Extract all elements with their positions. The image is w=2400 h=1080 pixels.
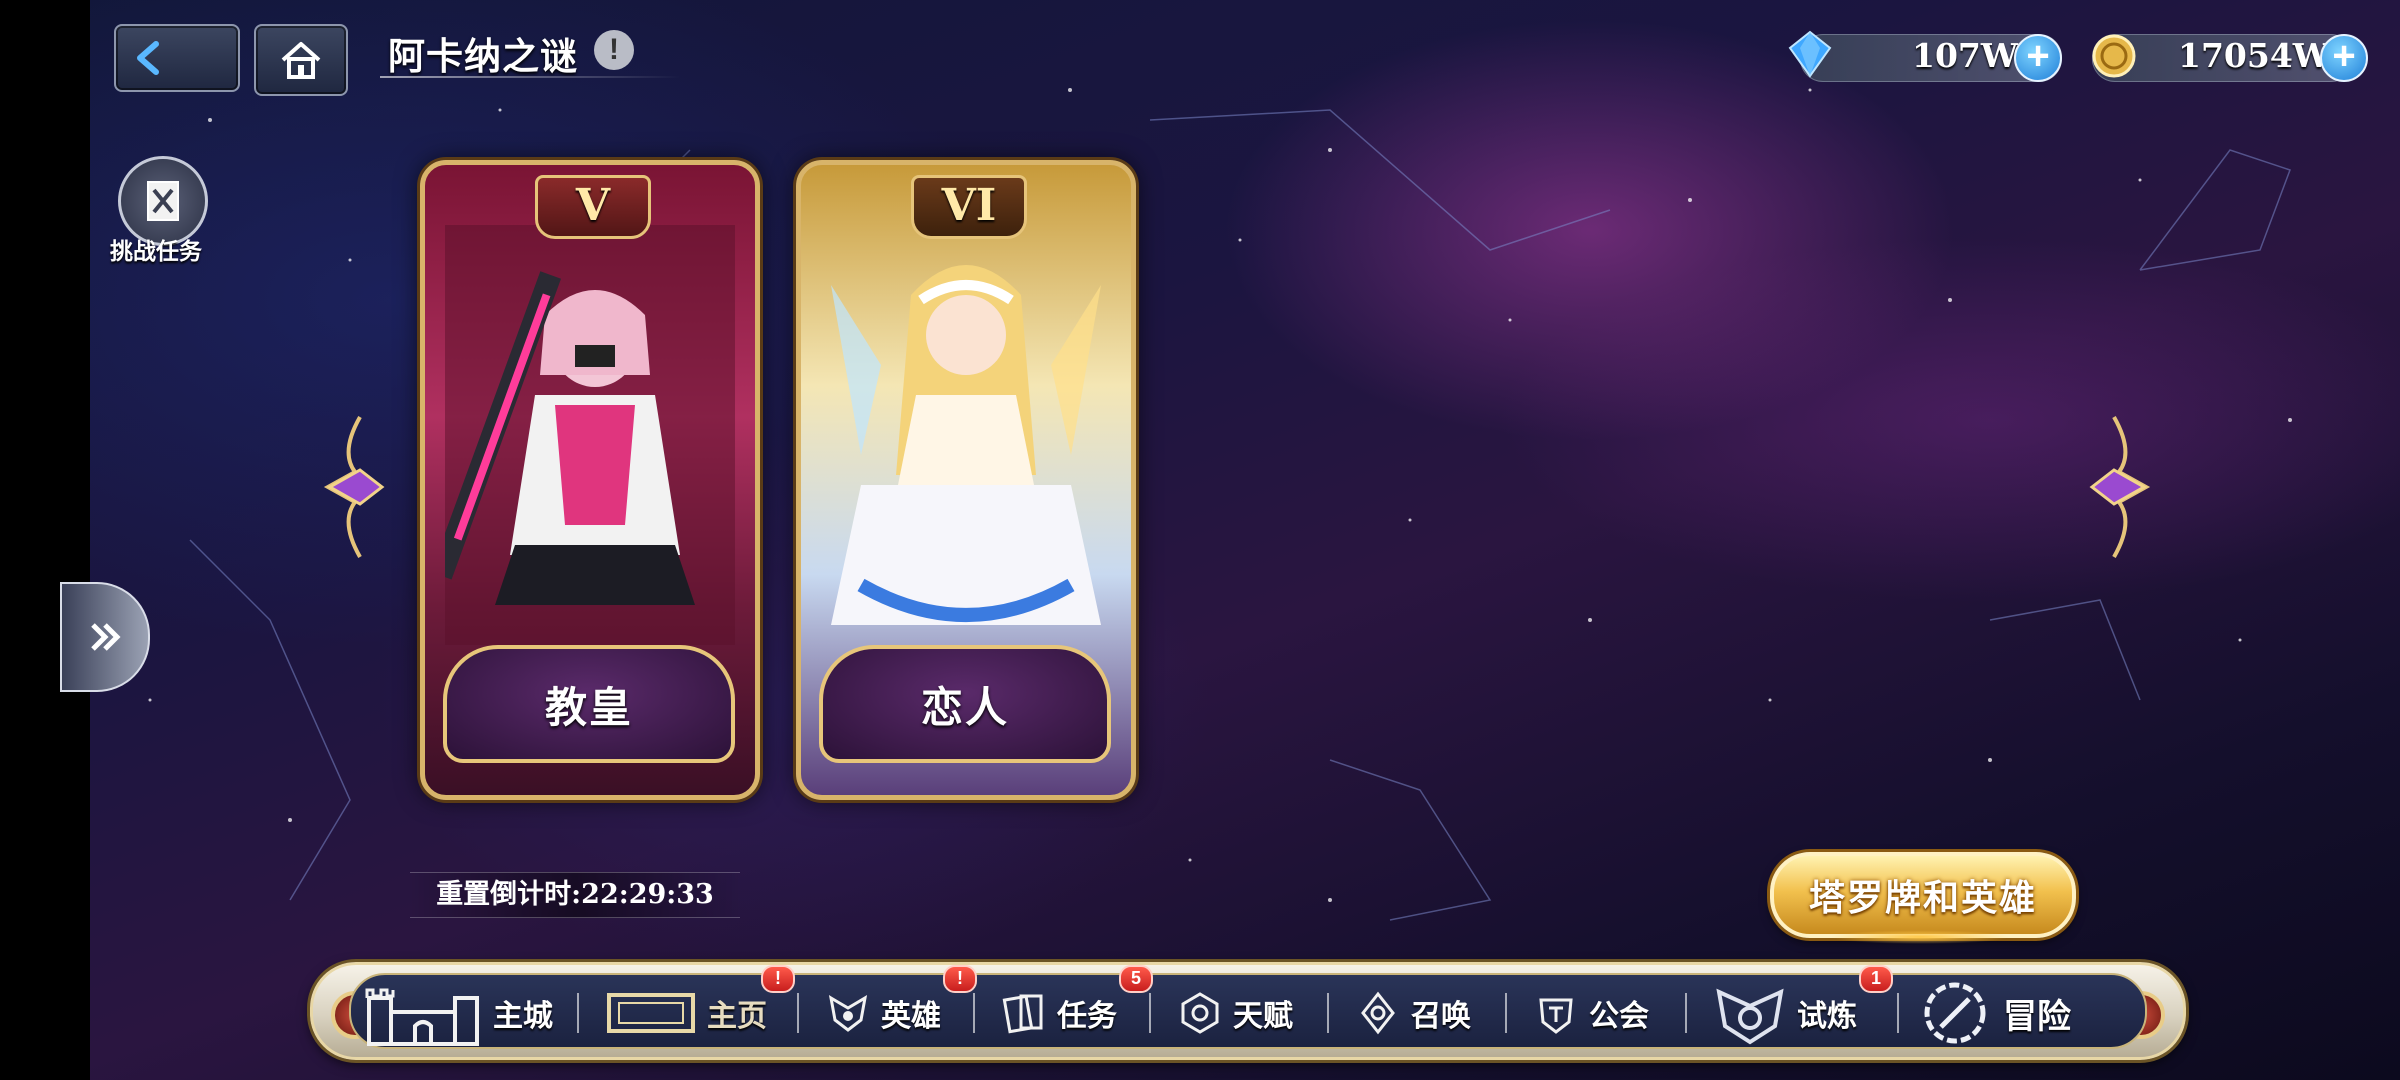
nav-label: 试炼 xyxy=(1797,999,1857,1034)
nav-item-tasks[interactable]: 任务 5 xyxy=(1001,965,1153,1051)
reset-countdown: 重置倒计时:22:29:33 xyxy=(410,872,740,918)
card-numeral: V xyxy=(535,175,651,239)
talent-icon xyxy=(1181,992,1219,1034)
title-underline xyxy=(380,76,680,78)
notification-badge: 1 xyxy=(1859,965,1893,993)
nav-label: 任务 xyxy=(1057,999,1117,1034)
home-button[interactable] xyxy=(254,24,348,96)
previous-card-arrow[interactable] xyxy=(320,412,390,562)
hero-icon xyxy=(828,995,868,1032)
nav-item-summon[interactable]: 召唤 xyxy=(1355,975,1471,1051)
button-glow xyxy=(1830,930,2010,944)
tarot-card-hierophant[interactable]: V 教皇 xyxy=(420,160,760,800)
card-character-art xyxy=(445,225,735,645)
notification-badge: ! xyxy=(761,965,795,993)
nav-separator xyxy=(1685,993,1687,1033)
card-name-plate: 恋人 xyxy=(819,645,1111,763)
nav-track: 主城 主页 ! 英雄 ! 任务 5 天赋 召唤 公会 试炼 1 冒险 xyxy=(349,965,2147,1051)
nav-label: 天赋 xyxy=(1233,999,1293,1034)
banner-icon xyxy=(607,993,695,1033)
tarot-card-lovers[interactable]: VI 恋人 xyxy=(796,160,1136,800)
notification-badge: 5 xyxy=(1119,965,1153,993)
nav-item-trial[interactable]: 试炼 1 xyxy=(1713,965,1893,1051)
nav-label: 英雄 xyxy=(881,999,941,1034)
adventure-icon xyxy=(1924,982,1986,1044)
card-name: 教皇 xyxy=(544,682,633,732)
tarot-button-label: 塔罗牌和英雄 xyxy=(1808,877,2037,919)
diamond-icon xyxy=(1788,30,1832,78)
double-chevron-right-icon xyxy=(91,623,121,651)
nav-item-heroes[interactable]: 英雄 ! xyxy=(825,965,977,1051)
challenge-task-label: 挑战任务 xyxy=(110,238,202,265)
castle-icon xyxy=(365,988,479,1046)
nav-separator xyxy=(797,993,799,1033)
challenge-scroll-icon xyxy=(147,181,179,221)
back-arrow-icon xyxy=(137,41,159,75)
nav-item-main-city[interactable]: 主城 xyxy=(363,975,553,1051)
card-name-plate: 教皇 xyxy=(443,645,735,763)
nav-item-adventure[interactable]: 冒险 xyxy=(1917,975,2071,1051)
nav-item-home[interactable]: 主页 ! xyxy=(605,965,795,1051)
tarot-and-heroes-button[interactable]: 塔罗牌和英雄 xyxy=(1770,852,2076,938)
nav-separator xyxy=(1327,993,1329,1033)
card-name: 恋人 xyxy=(920,682,1009,732)
next-card-arrow[interactable] xyxy=(2084,412,2154,562)
nav-label: 主城 xyxy=(493,999,553,1034)
nav-separator xyxy=(577,993,579,1033)
card-character-art xyxy=(831,265,1101,625)
info-icon[interactable]: ! xyxy=(594,30,634,70)
card-numeral: VI xyxy=(911,175,1027,239)
gold-coin-icon xyxy=(2092,34,2136,78)
nav-separator xyxy=(973,993,975,1033)
nav-item-guild[interactable]: 公会 xyxy=(1533,975,1649,1051)
add-diamond-button[interactable]: + xyxy=(2014,34,2062,82)
nav-separator xyxy=(1505,993,1507,1033)
page-title: 阿卡纳之谜 xyxy=(388,34,578,78)
back-button[interactable] xyxy=(114,24,240,92)
nav-label: 冒险 xyxy=(2003,996,2071,1037)
nav-item-talent[interactable]: 天赋 xyxy=(1177,975,1293,1051)
bottom-navigation-bar: 主城 主页 ! 英雄 ! 任务 5 天赋 召唤 公会 试炼 1 冒险 xyxy=(310,962,2186,1060)
add-gold-button[interactable]: + xyxy=(2320,34,2368,82)
notification-badge: ! xyxy=(943,965,977,993)
nav-label: 主页 xyxy=(707,999,767,1034)
diamond-amount: 107W xyxy=(1912,36,2018,75)
guild-icon xyxy=(1539,998,1573,1034)
trial-icon xyxy=(1716,988,1784,1045)
nav-separator xyxy=(1149,993,1151,1033)
nav-separator xyxy=(1897,993,1899,1033)
task-icon xyxy=(1002,994,1043,1034)
gold-amount: 17054W xyxy=(2178,36,2330,75)
home-icon xyxy=(281,42,321,79)
nav-label: 公会 xyxy=(1589,999,1649,1034)
nav-label: 召唤 xyxy=(1411,999,1471,1034)
summon-icon xyxy=(1361,991,1395,1035)
